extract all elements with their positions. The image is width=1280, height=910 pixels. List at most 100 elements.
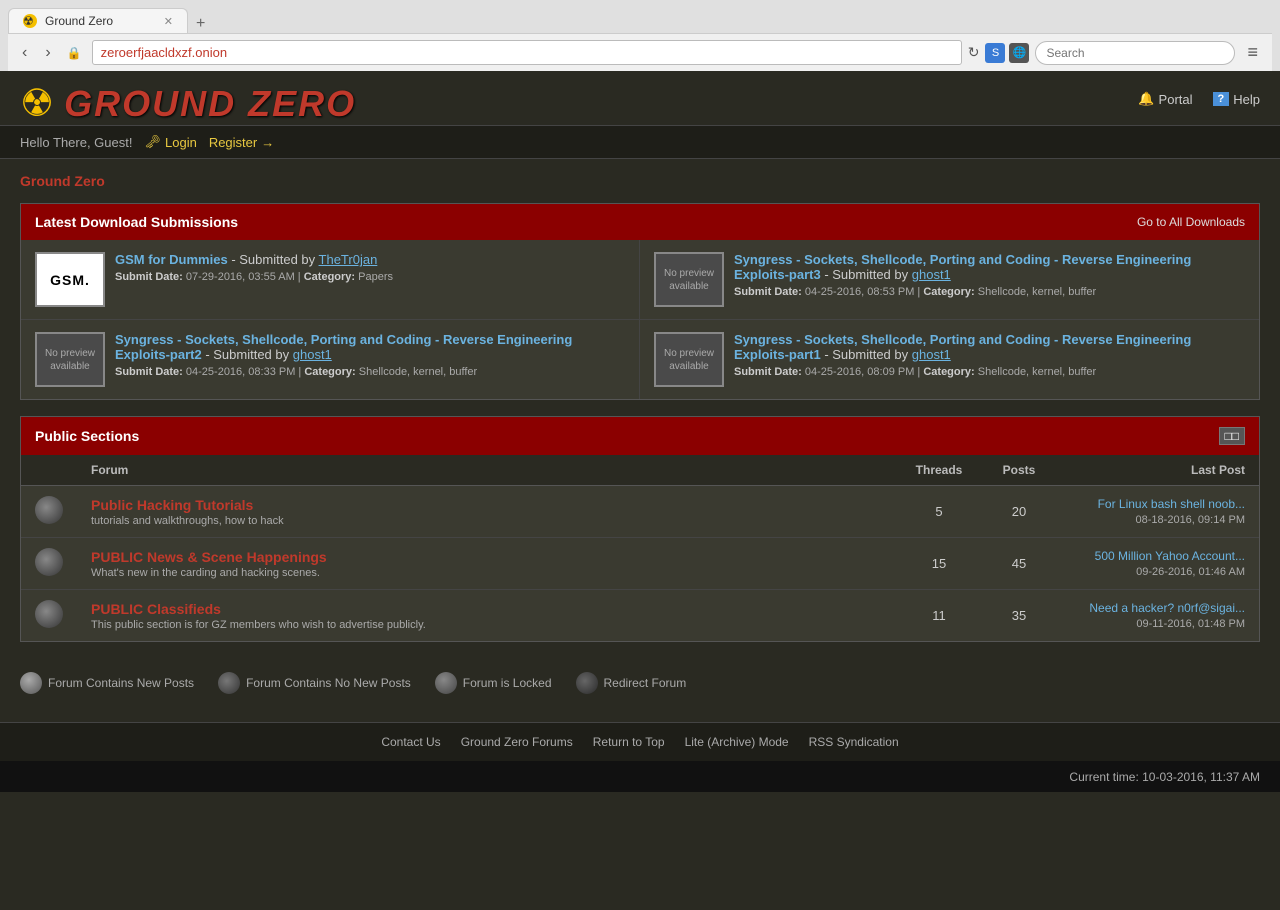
no-new-posts-icon [218,672,240,694]
browser-menu-button[interactable]: ≡ [1241,42,1264,63]
public-sections-panel: Public Sections □□ Forum Threads Posts L… [20,416,1260,642]
public-sections-title: Public Sections [35,428,139,444]
forum-last-post: Need a hacker? n0rf@sigai... 09-11-2016,… [1059,590,1259,642]
help-link[interactable]: ? Help [1213,92,1260,107]
download-item: No preview available Syngress - Sockets,… [21,320,640,399]
register-link[interactable]: Register → [209,135,274,150]
tab-title: Ground Zero [45,14,113,28]
last-post-link[interactable]: For Linux bash shell noob... [1073,497,1245,511]
forum-name-link[interactable]: Public Hacking Tutorials [91,497,253,513]
download-title-link[interactable]: Syngress - Sockets, Shellcode, Porting a… [734,252,1191,282]
downloads-panel: Latest Download Submissions Go to All Do… [20,203,1260,400]
download-meta: Submit Date: 04-25-2016, 08:33 PM | Cate… [115,366,625,378]
download-title-link[interactable]: GSM for Dummies [115,252,228,267]
gsm-logo: GSM. [44,268,96,292]
forum-last-post: 500 Million Yahoo Account... 09-26-2016,… [1059,538,1259,590]
portal-link[interactable]: 🔔 Portal [1138,91,1192,107]
back-button[interactable]: ‹ [16,42,33,64]
footer-top-link[interactable]: Return to Top [593,735,665,749]
download-thumbnail: GSM. [35,252,105,307]
forward-button[interactable]: › [39,42,56,64]
forum-threads-count: 11 [899,590,979,642]
download-meta: Submit Date: 04-25-2016, 08:09 PM | Cate… [734,366,1245,378]
legend-locked: Forum is Locked [435,672,552,694]
new-posts-icon [20,672,42,694]
downloads-grid: GSM. GSM for Dummies - Submitted by TheT… [21,240,1259,399]
key-icon: 🗝 [144,134,161,150]
submitter-name-link[interactable]: ghost1 [293,347,332,362]
download-info: Syngress - Sockets, Shellcode, Porting a… [115,332,625,378]
col-threads-header: Threads [899,455,979,486]
new-tab-button[interactable]: + [188,15,213,33]
last-post-link[interactable]: 500 Million Yahoo Account... [1073,549,1245,563]
col-last-post-header: Last Post [1059,455,1259,486]
footer-archive-link[interactable]: Lite (Archive) Mode [685,735,789,749]
footer-contact-link[interactable]: Contact Us [381,735,440,749]
download-thumbnail: No preview available [35,332,105,387]
tab-close-button[interactable]: ✕ [164,15,173,28]
footer-rss-link[interactable]: RSS Syndication [809,735,899,749]
download-submitter: - Submitted by ghost1 [824,267,950,282]
download-thumbnail: No preview available [654,332,724,387]
footer-forums-link[interactable]: Ground Zero Forums [461,735,573,749]
last-post-link[interactable]: Need a hacker? n0rf@sigai... [1073,601,1245,615]
download-title-link[interactable]: Syngress - Sockets, Shellcode, Porting a… [734,332,1191,362]
download-title-link[interactable]: Syngress - Sockets, Shellcode, Porting a… [115,332,572,362]
forum-desc: This public section is for GZ members wh… [91,619,885,631]
last-post-date: 09-26-2016, 01:46 AM [1136,566,1245,578]
download-submitter: - Submitted by TheTr0jan [231,252,377,267]
download-item: GSM. GSM for Dummies - Submitted by TheT… [21,240,640,320]
forum-legend: Forum Contains New Posts Forum Contains … [20,658,1260,708]
current-time: Current time: 10-03-2016, 11:37 AM [1069,770,1260,784]
forum-name-link[interactable]: PUBLIC News & Scene Happenings [91,549,327,565]
forum-last-post: For Linux bash shell noob... 08-18-2016,… [1059,486,1259,538]
site-footer: Contact Us Ground Zero Forums Return to … [0,722,1280,761]
site-logo[interactable]: GROUND ZERO [64,83,356,125]
last-post-date: 08-18-2016, 09:14 PM [1136,514,1245,526]
legend-new-posts: Forum Contains New Posts [20,672,194,694]
address-bar[interactable] [92,40,962,65]
last-post-date: 09-11-2016, 01:48 PM [1136,618,1245,630]
collapse-button[interactable]: □□ [1219,427,1246,445]
submitter-name-link[interactable]: ghost1 [912,267,951,282]
lock-icon: 🔒 [63,46,86,60]
legend-redirect: Redirect Forum [576,672,687,694]
greeting-text: Hello There, Guest! [20,135,132,150]
submitter-name-link[interactable]: ghost1 [912,347,951,362]
browser-search-input[interactable] [1035,41,1235,65]
reload-button[interactable]: ↻ [968,44,980,61]
extensions-area: S 🌐 [985,43,1029,63]
forum-threads-count: 5 [899,486,979,538]
download-meta: Submit Date: 04-25-2016, 08:53 PM | Cate… [734,286,1245,298]
forum-icon [35,548,63,576]
redirect-icon [576,672,598,694]
forum-desc: tutorials and walkthroughs, how to hack [91,515,885,527]
forum-table: Forum Threads Posts Last Post Public Hac… [21,455,1259,641]
legend-no-new-posts: Forum Contains No New Posts [218,672,411,694]
downloads-panel-header: Latest Download Submissions Go to All Do… [21,204,1259,240]
browser-tab[interactable]: ☢ Ground Zero ✕ [8,8,188,33]
submitter-name-link[interactable]: TheTr0jan [319,252,378,267]
forum-posts-count: 45 [979,538,1059,590]
col-posts-header: Posts [979,455,1059,486]
download-thumbnail: No preview available [654,252,724,307]
logo-area: ☢ GROUND ZERO [20,83,356,125]
login-link[interactable]: 🗝 Login [144,134,196,150]
help-icon: ? [1213,92,1230,106]
forum-name-link[interactable]: PUBLIC Classifieds [91,601,221,617]
public-sections-panel-header: Public Sections □□ [21,417,1259,455]
go-to-all-downloads-link[interactable]: Go to All Downloads [1137,215,1245,229]
forum-icon [35,600,63,628]
forum-posts-count: 35 [979,590,1059,642]
forum-desc: What's new in the carding and hacking sc… [91,567,885,579]
header-links: 🔔 Portal ? Help [1138,91,1260,117]
bottom-bar: Current time: 10-03-2016, 11:37 AM [0,761,1280,792]
extension-icon-2: 🌐 [1009,43,1029,63]
locked-icon [435,672,457,694]
forum-row: PUBLIC Classifieds This public section i… [21,590,1259,642]
col-icon [21,455,77,486]
extension-icon-1: S [985,43,1005,63]
download-info: GSM for Dummies - Submitted by TheTr0jan… [115,252,625,283]
download-submitter: - Submitted by ghost1 [205,347,331,362]
radioactive-icon: ☢ [20,85,54,123]
